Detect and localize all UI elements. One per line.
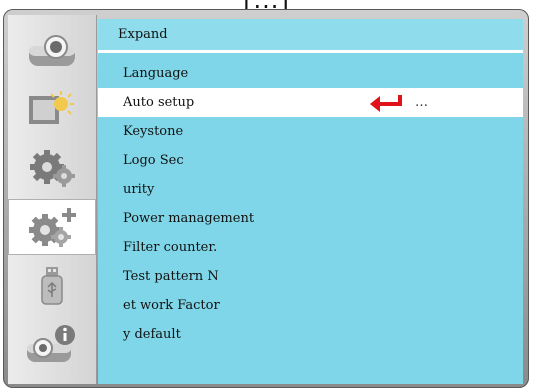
enter-arrow-icon (370, 95, 402, 112)
menu-item-label: Auto setup (123, 95, 195, 110)
sidebar-item-info[interactable] (8, 317, 96, 373)
menu-item-keystone[interactable]: Keystone (98, 117, 523, 146)
menu-item-filter-counter[interactable]: Filter counter. (98, 233, 523, 262)
menu-item-label: Filter counter. (123, 240, 218, 255)
menu-item-label: Test pattern N (123, 269, 219, 284)
projector-icon (29, 35, 75, 66)
usb-icon (41, 267, 63, 305)
menu-panel: Expand Language Auto setup … Keystone Lo… (98, 19, 523, 384)
menu-item-auto-setup[interactable]: Auto setup … (98, 88, 523, 117)
sidebar-item-expand[interactable] (8, 199, 96, 255)
menu-item-test-pattern[interactable]: Test pattern N (98, 262, 523, 291)
sidebar-item-picture[interactable] (8, 81, 96, 137)
projector-info-icon (27, 325, 75, 362)
menu-item-label: Keystone (123, 124, 184, 139)
menu-header: Expand (98, 19, 523, 53)
menu-item-language[interactable]: Language (98, 59, 523, 88)
menu-item-label: et work Factor (123, 298, 220, 313)
sidebar-item-projector[interactable] (8, 23, 96, 79)
gears-icon (30, 150, 75, 187)
sidebar-item-setting[interactable] (8, 140, 96, 196)
menu-item-label: Language (123, 66, 189, 81)
sidebar-item-usb[interactable] (8, 258, 96, 314)
gears-plus-icon (29, 208, 76, 247)
menu-item-urity[interactable]: urity (98, 175, 523, 204)
menu-item-label: y default (123, 327, 181, 342)
menu-item-logo-sec[interactable]: Logo Sec (98, 146, 523, 175)
menu-item-default[interactable]: y default (98, 320, 523, 349)
menu-item-label: urity (123, 182, 155, 197)
page-title: Expand (118, 27, 168, 42)
menu-item-value: … (415, 95, 430, 110)
sidebar (8, 15, 97, 384)
menu-item-network-factor[interactable]: et work Factor (98, 291, 523, 320)
menu-item-power-management[interactable]: Power management (98, 204, 523, 233)
menu-item-label: Power management (123, 211, 255, 226)
menu-item-label: Logo Sec (123, 153, 184, 168)
picture-brightness-icon (29, 91, 74, 124)
